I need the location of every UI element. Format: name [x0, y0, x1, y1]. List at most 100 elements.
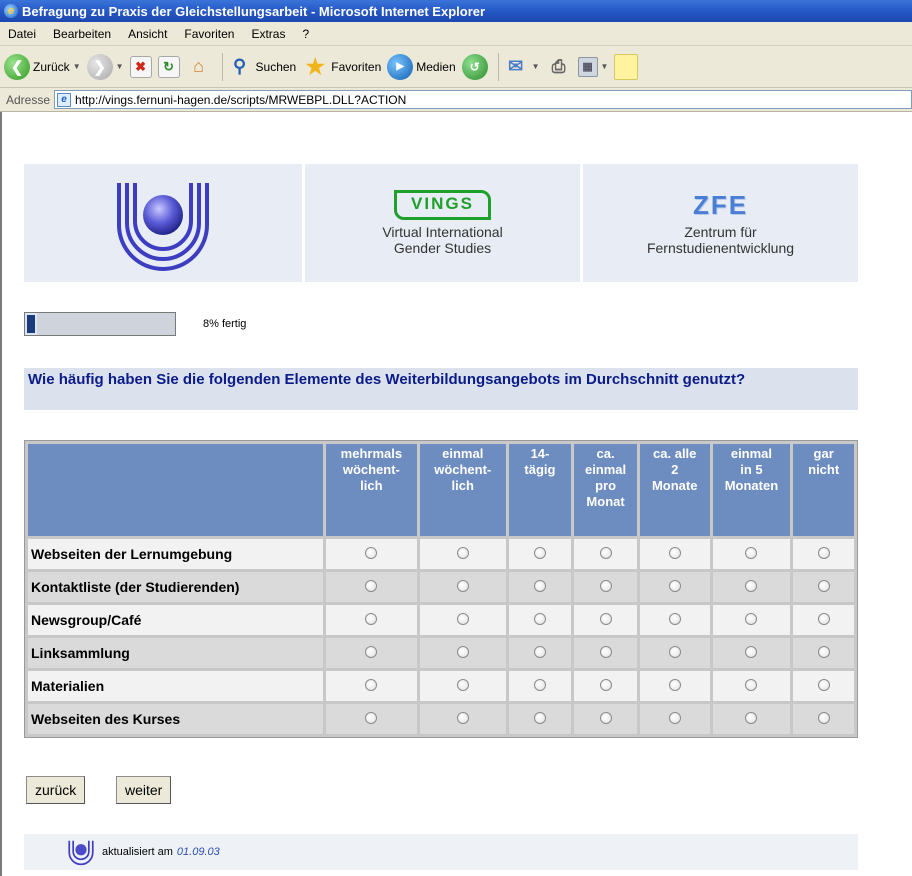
radio-option[interactable] [599, 612, 612, 625]
search-button[interactable]: ⚲ Suchen [227, 54, 297, 80]
progress-fill [25, 313, 37, 335]
back-button[interactable]: ❮ Zurück ▼ [4, 53, 81, 80]
radio-option[interactable] [668, 678, 681, 691]
page-viewport: VINGS Virtual International Gender Studi… [0, 112, 912, 876]
radio-option[interactable] [533, 612, 546, 625]
back-dropdown-icon[interactable]: ▼ [73, 62, 81, 71]
radio-option[interactable] [456, 711, 469, 724]
messenger-button[interactable] [614, 53, 639, 80]
edit-icon: ▦ [577, 56, 598, 77]
table-row: Kontaktliste (der Studierenden) [28, 572, 854, 602]
radio-option[interactable] [817, 678, 830, 691]
radio-option[interactable] [599, 711, 612, 724]
radio-option[interactable] [745, 645, 758, 658]
radio-option[interactable] [668, 711, 681, 724]
radio-option[interactable] [365, 678, 378, 691]
edit-button[interactable]: ▦ ▼ [577, 56, 609, 77]
radio-option[interactable] [365, 711, 378, 724]
radio-option[interactable] [533, 546, 546, 559]
table-row: Linksammlung [28, 638, 854, 668]
menu-bearbeiten[interactable]: Bearbeiten [53, 27, 111, 41]
media-button[interactable]: ▶ Medien [387, 53, 456, 80]
mail-icon: ✉ [508, 56, 524, 76]
address-bar: Adresse e http://vings.fernuni-hagen.de/… [0, 88, 912, 112]
vings-line-1: Virtual International [382, 224, 503, 240]
radio-option[interactable] [817, 579, 830, 592]
matrix-corner [28, 444, 323, 536]
radio-option[interactable] [456, 579, 469, 592]
toolbar-separator [497, 52, 499, 81]
radio-option[interactable] [817, 711, 830, 724]
radio-option[interactable] [745, 711, 758, 724]
stop-button[interactable]: ✖ [129, 55, 152, 78]
back-page-button[interactable]: zurück [26, 776, 86, 804]
radio-option[interactable] [456, 612, 469, 625]
next-page-button[interactable]: weiter [116, 776, 172, 804]
back-label: Zurück [33, 59, 70, 74]
back-arrow-icon: ❮ [4, 53, 30, 80]
menu-datei[interactable]: Datei [8, 27, 36, 41]
radio-option[interactable] [745, 612, 758, 625]
refresh-button[interactable]: ↻ [157, 55, 180, 78]
radio-option[interactable] [817, 612, 830, 625]
favorites-button[interactable]: ★ Favoriten [302, 54, 381, 80]
menu-extras[interactable]: Extras [251, 27, 285, 41]
radio-option[interactable] [817, 645, 830, 658]
radio-option[interactable] [533, 579, 546, 592]
menu-ansicht[interactable]: Ansicht [128, 27, 167, 41]
table-row: Webseiten des Kurses [28, 704, 854, 734]
history-icon: ↺ [461, 53, 488, 80]
vings-logo: VINGS [394, 190, 491, 220]
row-label: Newsgroup/Café [28, 605, 323, 635]
mail-dropdown-icon[interactable]: ▼ [532, 62, 540, 71]
radio-option[interactable] [668, 645, 681, 658]
zfe-line-1: Zentrum für [684, 224, 757, 240]
radio-option[interactable] [599, 678, 612, 691]
history-button[interactable]: ↺ [461, 53, 488, 80]
radio-option[interactable] [668, 579, 681, 592]
address-input[interactable]: e http://vings.fernuni-hagen.de/scripts/… [54, 90, 912, 109]
radio-option[interactable] [533, 678, 546, 691]
radio-option[interactable] [365, 579, 378, 592]
radio-option[interactable] [599, 546, 612, 559]
table-row: Webseiten der Lernumgebung [28, 539, 854, 569]
home-button[interactable]: ⌂ [186, 54, 212, 80]
fernuni-logo-icon [117, 183, 209, 271]
search-label: Suchen [255, 59, 297, 74]
radio-option[interactable] [817, 546, 830, 559]
col-header: gar nicht [793, 444, 854, 536]
row-label: Webseiten des Kurses [28, 704, 323, 734]
radio-option[interactable] [456, 546, 469, 559]
radio-option[interactable] [533, 711, 546, 724]
forward-button[interactable]: ❯ ▼ [86, 53, 124, 80]
col-header: ca. einmal pro Monat [574, 444, 637, 536]
radio-option[interactable] [365, 612, 378, 625]
radio-option[interactable] [668, 612, 681, 625]
toolbar-separator [221, 52, 223, 81]
menu-help[interactable]: ? [302, 27, 309, 41]
radio-option[interactable] [365, 546, 378, 559]
forward-dropdown-icon[interactable]: ▼ [116, 62, 124, 71]
radio-option[interactable] [365, 645, 378, 658]
favorites-label: Favoriten [331, 59, 382, 74]
radio-option[interactable] [456, 645, 469, 658]
radio-option[interactable] [599, 579, 612, 592]
ie-logo-icon: e [4, 4, 18, 18]
mail-button[interactable]: ✉ ▼ [503, 54, 540, 80]
radio-option[interactable] [533, 645, 546, 658]
menu-favoriten[interactable]: Favoriten [184, 27, 234, 41]
col-header: ca. alle 2 Monate [639, 444, 710, 536]
fernuni-small-logo-icon [68, 840, 94, 866]
logo-header: VINGS Virtual International Gender Studi… [24, 164, 858, 282]
radio-option[interactable] [456, 678, 469, 691]
edit-dropdown-icon[interactable]: ▼ [601, 62, 609, 71]
radio-option[interactable] [668, 546, 681, 559]
media-icon: ▶ [387, 53, 414, 80]
print-button[interactable]: ⎙ [546, 54, 572, 80]
radio-option[interactable] [745, 678, 758, 691]
footer-text: aktualisiert am [102, 846, 173, 858]
progress-label: 8% fertig [203, 318, 247, 330]
radio-option[interactable] [745, 546, 758, 559]
radio-option[interactable] [599, 645, 612, 658]
radio-option[interactable] [745, 579, 758, 592]
